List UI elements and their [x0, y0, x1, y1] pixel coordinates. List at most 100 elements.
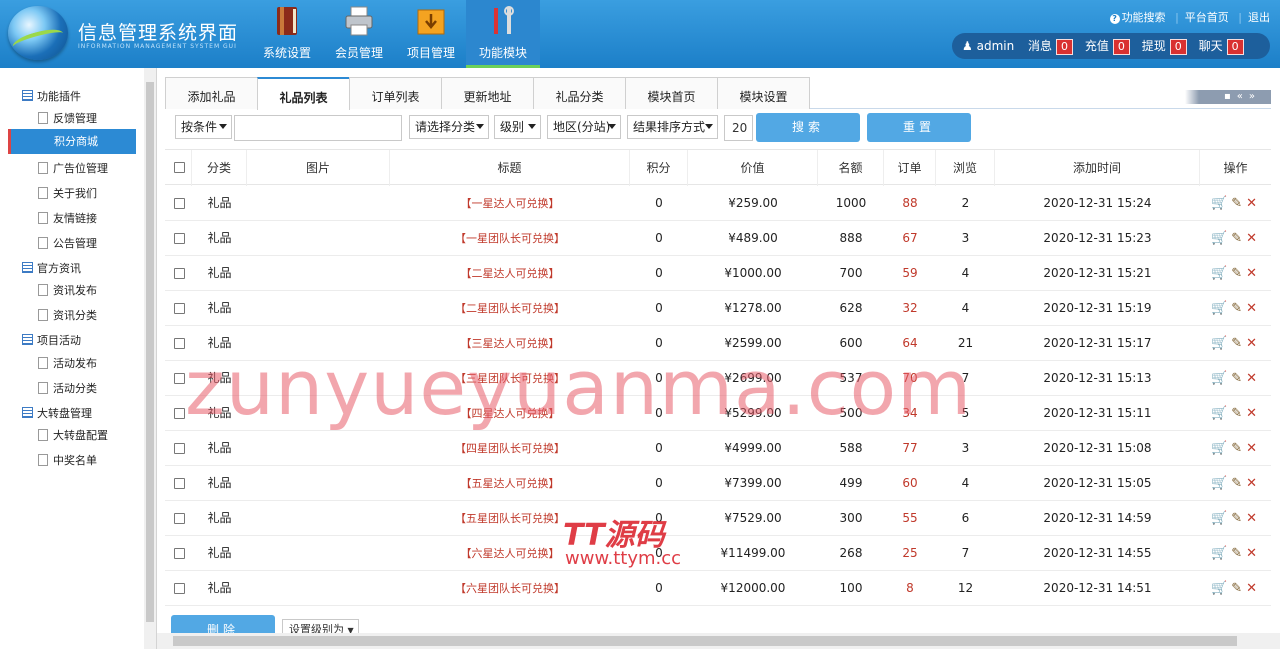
sidebar-item-activity-publish[interactable]: 活动发布	[38, 355, 97, 371]
cell-title[interactable]: 【二星达人可兑换】	[390, 256, 630, 291]
edit-pencil-icon[interactable]: ✎	[1231, 476, 1242, 491]
messages-label[interactable]: 消息	[1028, 39, 1052, 53]
col-header-orders[interactable]: 订单	[884, 150, 936, 186]
row-checkbox[interactable]	[174, 408, 185, 419]
row-checkbox[interactable]	[174, 548, 185, 559]
horizontal-scrollbar[interactable]	[157, 633, 1280, 649]
cell-title[interactable]: 【一星达人可兑换】	[390, 186, 630, 221]
delete-x-icon[interactable]: ✕	[1246, 266, 1257, 281]
edit-pencil-icon[interactable]: ✎	[1231, 231, 1242, 246]
cart-icon[interactable]: 🛒	[1211, 231, 1227, 246]
cell-title[interactable]: 【一星团队长可兑换】	[390, 221, 630, 256]
scrollbar-thumb[interactable]	[173, 636, 1237, 646]
tab-add-gift[interactable]: 添加礼品	[165, 77, 258, 109]
tab-gift-category[interactable]: 礼品分类	[533, 77, 626, 109]
cart-icon[interactable]: 🛒	[1211, 266, 1227, 281]
edit-pencil-icon[interactable]: ✎	[1231, 301, 1242, 316]
col-header-title[interactable]: 标题	[390, 150, 630, 186]
col-header-value[interactable]: 价值	[688, 150, 818, 186]
nav-function-module[interactable]: 功能模块	[466, 0, 540, 68]
cell-title[interactable]: 【六星团队长可兑换】	[390, 571, 630, 606]
cell-title[interactable]: 【三星达人可兑换】	[390, 326, 630, 361]
delete-x-icon[interactable]: ✕	[1246, 441, 1257, 456]
row-checkbox[interactable]	[174, 478, 185, 489]
row-checkbox[interactable]	[174, 338, 185, 349]
row-checkbox[interactable]	[174, 373, 185, 384]
tab-module-home[interactable]: 模块首页	[625, 77, 718, 109]
withdraw-label[interactable]: 提现	[1142, 39, 1166, 53]
col-header-image[interactable]: 图片	[247, 150, 390, 186]
delete-x-icon[interactable]: ✕	[1246, 476, 1257, 491]
sidebar-item-wheel-config[interactable]: 大转盘配置	[38, 427, 108, 443]
platform-home-link[interactable]: 平台首页	[1185, 11, 1229, 24]
tab-module-settings[interactable]: 模块设置	[717, 77, 810, 109]
edit-pencil-icon[interactable]: ✎	[1231, 511, 1242, 526]
scrollbar-thumb[interactable]	[146, 82, 154, 622]
chat-label[interactable]: 聊天	[1199, 39, 1223, 53]
sidebar-item-ads[interactable]: 广告位管理	[38, 160, 108, 176]
level-select[interactable]: 级别	[494, 115, 541, 139]
sidebar-group-activities[interactable]: 项目活动	[22, 332, 81, 348]
username[interactable]: admin	[977, 39, 1015, 53]
sidebar-group-news[interactable]: 官方资讯	[22, 260, 81, 276]
logout-link[interactable]: 退出	[1248, 11, 1270, 24]
cart-icon[interactable]: 🛒	[1211, 581, 1227, 596]
condition-select[interactable]: 按条件	[175, 115, 232, 139]
sidebar-group-wheel[interactable]: 大转盘管理	[22, 405, 92, 421]
delete-x-icon[interactable]: ✕	[1246, 301, 1257, 316]
cell-title[interactable]: 【二星团队长可兑换】	[390, 291, 630, 326]
sidebar-group-plugins[interactable]: 功能插件	[22, 88, 81, 104]
nav-system-settings[interactable]: 系统设置	[250, 0, 324, 68]
edit-pencil-icon[interactable]: ✎	[1231, 196, 1242, 211]
cart-icon[interactable]: 🛒	[1211, 511, 1227, 526]
cart-icon[interactable]: 🛒	[1211, 371, 1227, 386]
col-header-views[interactable]: 浏览	[936, 150, 995, 186]
sidebar-item-activity-category[interactable]: 活动分类	[38, 380, 97, 396]
edit-pencil-icon[interactable]: ✎	[1231, 441, 1242, 456]
edit-pencil-icon[interactable]: ✎	[1231, 371, 1242, 386]
tab-order-list[interactable]: 订单列表	[349, 77, 442, 109]
category-select[interactable]: 请选择分类	[409, 115, 489, 139]
sidebar-item-feedback[interactable]: 反馈管理	[38, 110, 97, 126]
edit-pencil-icon[interactable]: ✎	[1231, 336, 1242, 351]
delete-x-icon[interactable]: ✕	[1246, 546, 1257, 561]
keyword-input[interactable]	[234, 115, 402, 141]
search-button[interactable]: 搜索	[756, 113, 860, 142]
delete-x-icon[interactable]: ✕	[1246, 196, 1257, 211]
delete-x-icon[interactable]: ✕	[1246, 581, 1257, 596]
cart-icon[interactable]: 🛒	[1211, 441, 1227, 456]
row-checkbox[interactable]	[174, 233, 185, 244]
edit-pencil-icon[interactable]: ✎	[1231, 581, 1242, 596]
recharge-label[interactable]: 充值	[1085, 39, 1109, 53]
tab-update-address[interactable]: 更新地址	[441, 77, 534, 109]
edit-pencil-icon[interactable]: ✎	[1231, 266, 1242, 281]
sidebar-item-news-category[interactable]: 资讯分类	[38, 307, 97, 323]
delete-x-icon[interactable]: ✕	[1246, 511, 1257, 526]
cart-icon[interactable]: 🛒	[1211, 546, 1227, 561]
cart-icon[interactable]: 🛒	[1211, 336, 1227, 351]
row-checkbox[interactable]	[174, 303, 185, 314]
row-checkbox[interactable]	[174, 513, 185, 524]
cell-title[interactable]: 【四星团队长可兑换】	[390, 431, 630, 466]
tab-gift-list[interactable]: 礼品列表	[257, 77, 350, 110]
nav-project-management[interactable]: 项目管理	[394, 0, 468, 68]
row-checkbox[interactable]	[174, 443, 185, 454]
select-all-checkbox[interactable]	[174, 162, 185, 173]
delete-x-icon[interactable]: ✕	[1246, 371, 1257, 386]
row-checkbox[interactable]	[174, 198, 185, 209]
edit-pencil-icon[interactable]: ✎	[1231, 546, 1242, 561]
nav-member-management[interactable]: 会员管理	[322, 0, 396, 68]
cell-title[interactable]: 【三星团队长可兑换】	[390, 361, 630, 396]
function-search-link[interactable]: 功能搜索	[1122, 11, 1166, 24]
cart-icon[interactable]: 🛒	[1211, 196, 1227, 211]
sidebar-item-links[interactable]: 友情链接	[38, 210, 97, 226]
row-checkbox[interactable]	[174, 583, 185, 594]
col-header-added-time[interactable]: 添加时间	[995, 150, 1200, 186]
cell-title[interactable]: 【四星达人可兑换】	[390, 396, 630, 431]
sidebar-item-notices[interactable]: 公告管理	[38, 235, 97, 251]
cart-icon[interactable]: 🛒	[1211, 406, 1227, 421]
col-header-points[interactable]: 积分	[630, 150, 688, 186]
page-size-input[interactable]: 20	[724, 115, 753, 141]
edit-pencil-icon[interactable]: ✎	[1231, 406, 1242, 421]
delete-x-icon[interactable]: ✕	[1246, 406, 1257, 421]
